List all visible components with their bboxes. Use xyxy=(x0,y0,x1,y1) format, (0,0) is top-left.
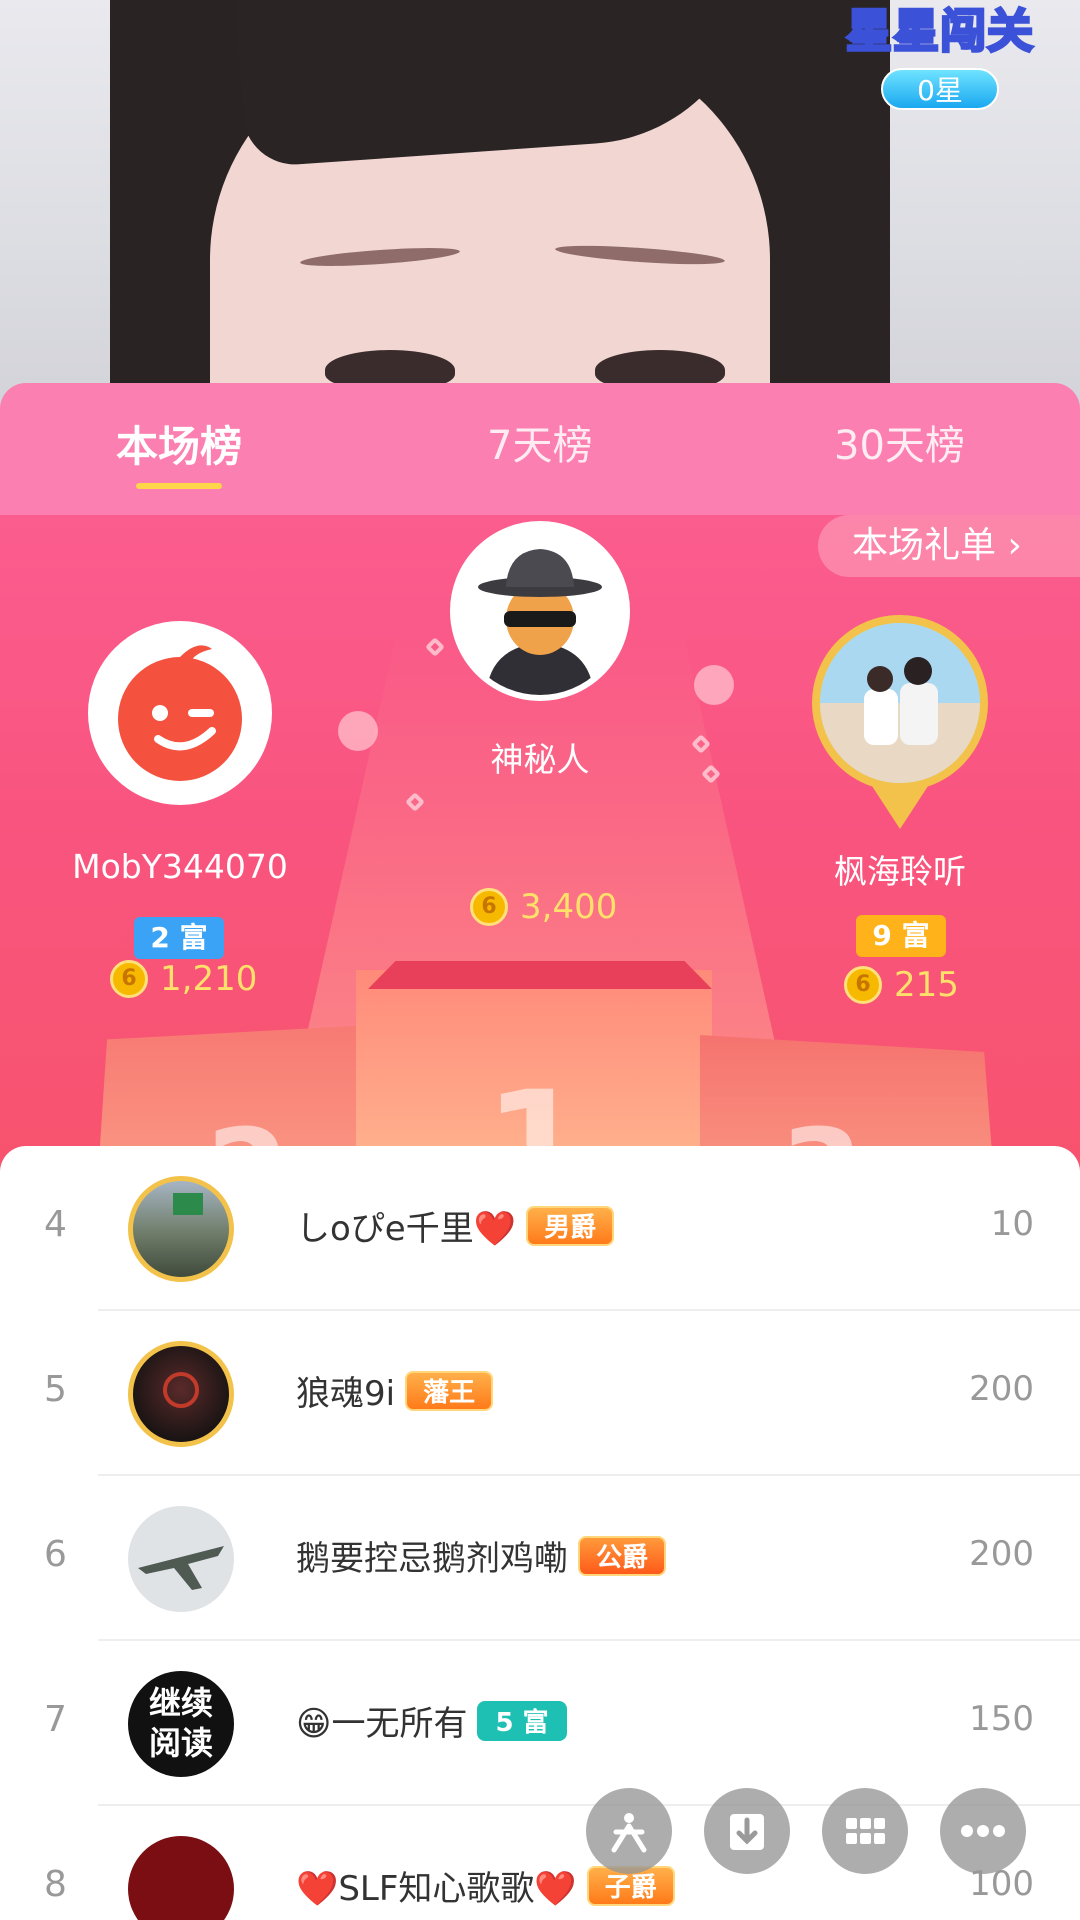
user-name: 😁一无所有 xyxy=(296,1704,468,1744)
rank-number: 4 xyxy=(44,1204,67,1245)
rank-number: 5 xyxy=(44,1369,67,1410)
more-icon xyxy=(961,1825,1005,1837)
user-name: 狼魂9i xyxy=(296,1374,396,1414)
jet-plane-icon xyxy=(138,1546,224,1590)
user-name-wrap: しoぴe千里❤️ 男爵 xyxy=(296,1201,615,1250)
user-avatar[interactable] xyxy=(128,1341,234,1447)
first-place-coin-value: 3,400 xyxy=(520,887,618,927)
contribution-score: 150 xyxy=(969,1699,1034,1739)
couple-photo-icon xyxy=(820,623,980,783)
rank-number: 7 xyxy=(44,1699,67,1740)
share-icon xyxy=(611,1813,647,1853)
user-name-wrap: 狼魂9i 藩王 xyxy=(296,1366,494,1415)
contribution-score: 200 xyxy=(969,1534,1034,1574)
road-sign-shape xyxy=(173,1193,203,1215)
star-challenge-widget[interactable]: 星星闯关 0星 xyxy=(840,0,1040,120)
third-place-avatar[interactable] xyxy=(812,615,988,791)
tab-this-session[interactable]: 本场榜 xyxy=(116,413,242,474)
share-button[interactable] xyxy=(586,1788,672,1874)
third-place-wealth-badge: 9 富 xyxy=(856,915,946,957)
user-avatar[interactable] xyxy=(128,1836,234,1920)
apps-button[interactable] xyxy=(822,1788,908,1874)
coin-icon: 6 xyxy=(110,960,148,998)
first-place-avatar[interactable] xyxy=(450,521,630,701)
more-button[interactable] xyxy=(940,1788,1026,1874)
avatar-text: 继续 xyxy=(148,1684,213,1722)
ranking-list: 4 しoぴe千里❤️ 男爵 10 5 狼魂9i 藩王 200 6 鹅要控忌鹅剂鸡… xyxy=(0,1146,1080,1920)
tab-30-days[interactable]: 30天榜 xyxy=(834,413,965,471)
first-place-name: 神秘人 xyxy=(490,740,590,779)
ranking-tabs: 本场榜 7天榜 30天榜 xyxy=(0,383,1080,515)
third-place-coin-value: 215 xyxy=(894,965,959,1005)
user-name: 鹅要控忌鹅剂鸡嘞 xyxy=(296,1539,568,1579)
download-icon xyxy=(730,1814,764,1850)
sparkle xyxy=(694,665,734,705)
wink-face-icon xyxy=(118,645,242,781)
noble-title-badge: 藩王 xyxy=(405,1370,494,1411)
contribution-score: 200 xyxy=(969,1369,1034,1409)
user-name-wrap: 😁一无所有 5 富 xyxy=(296,1696,567,1745)
third-place-coins: 6 215 xyxy=(844,965,959,1005)
user-avatar[interactable]: 继续 阅读 xyxy=(128,1671,234,1777)
second-place-coins: 6 1,210 xyxy=(110,959,257,999)
user-name: ❤️SLF知心歌歌❤️ xyxy=(296,1869,577,1909)
podium-area: 本场礼单 › 2 1 3 神秘人 xyxy=(0,515,1080,1195)
rank-number: 6 xyxy=(44,1534,67,1575)
noble-title-badge: 公爵 xyxy=(578,1535,667,1576)
list-item[interactable]: 7 继续 阅读 😁一无所有 5 富 150 xyxy=(0,1641,1080,1806)
second-place-name: MobY344070 xyxy=(72,847,288,886)
second-place-wealth-badge: 2 富 xyxy=(134,917,224,959)
avatar-text: 阅读 xyxy=(148,1724,213,1762)
frame-ornament xyxy=(870,783,930,829)
noble-title-badge: 男爵 xyxy=(526,1205,615,1246)
active-tab-indicator xyxy=(136,483,222,489)
second-place-avatar[interactable] xyxy=(88,621,272,805)
user-avatar[interactable] xyxy=(128,1176,234,1282)
mystery-person-icon xyxy=(456,527,624,695)
podium-top-edge xyxy=(368,961,712,989)
ranking-panel: 本场榜 7天榜 30天榜 本场礼单 › 2 1 3 xyxy=(0,383,1080,1920)
wolf-eye-shape xyxy=(163,1372,199,1408)
user-avatar[interactable] xyxy=(128,1506,234,1612)
wealth-level-badge: 5 富 xyxy=(477,1700,567,1741)
coin-icon: 6 xyxy=(470,888,508,926)
user-name: しoぴe千里❤️ xyxy=(296,1209,517,1249)
gift-list-button[interactable]: 本场礼单 › xyxy=(818,515,1080,577)
rank-number: 8 xyxy=(44,1864,67,1905)
contribution-score: 10 xyxy=(990,1204,1034,1244)
star-challenge-title: 星星闯关 xyxy=(845,3,1035,60)
star-count-badge: 0星 xyxy=(881,68,999,110)
coin-icon: 6 xyxy=(844,966,882,1004)
first-place-coins: 6 3,400 xyxy=(470,887,617,927)
list-item[interactable]: 6 鹅要控忌鹅剂鸡嘞 公爵 200 xyxy=(0,1476,1080,1641)
list-item[interactable]: 8 ❤️SLF知心歌歌❤️ 子爵 100 xyxy=(0,1806,1080,1920)
second-place-coin-value: 1,210 xyxy=(160,959,258,999)
list-item[interactable]: 5 狼魂9i 藩王 200 xyxy=(0,1311,1080,1476)
download-button[interactable] xyxy=(704,1788,790,1874)
tab-7-days[interactable]: 7天榜 xyxy=(487,413,592,471)
user-name-wrap: 鹅要控忌鹅剂鸡嘞 公爵 xyxy=(296,1531,667,1580)
third-place-name: 枫海聆听 xyxy=(834,852,966,891)
sparkle xyxy=(338,711,378,751)
list-item[interactable]: 4 しoぴe千里❤️ 男爵 10 xyxy=(0,1146,1080,1311)
grid-icon xyxy=(846,1818,885,1844)
